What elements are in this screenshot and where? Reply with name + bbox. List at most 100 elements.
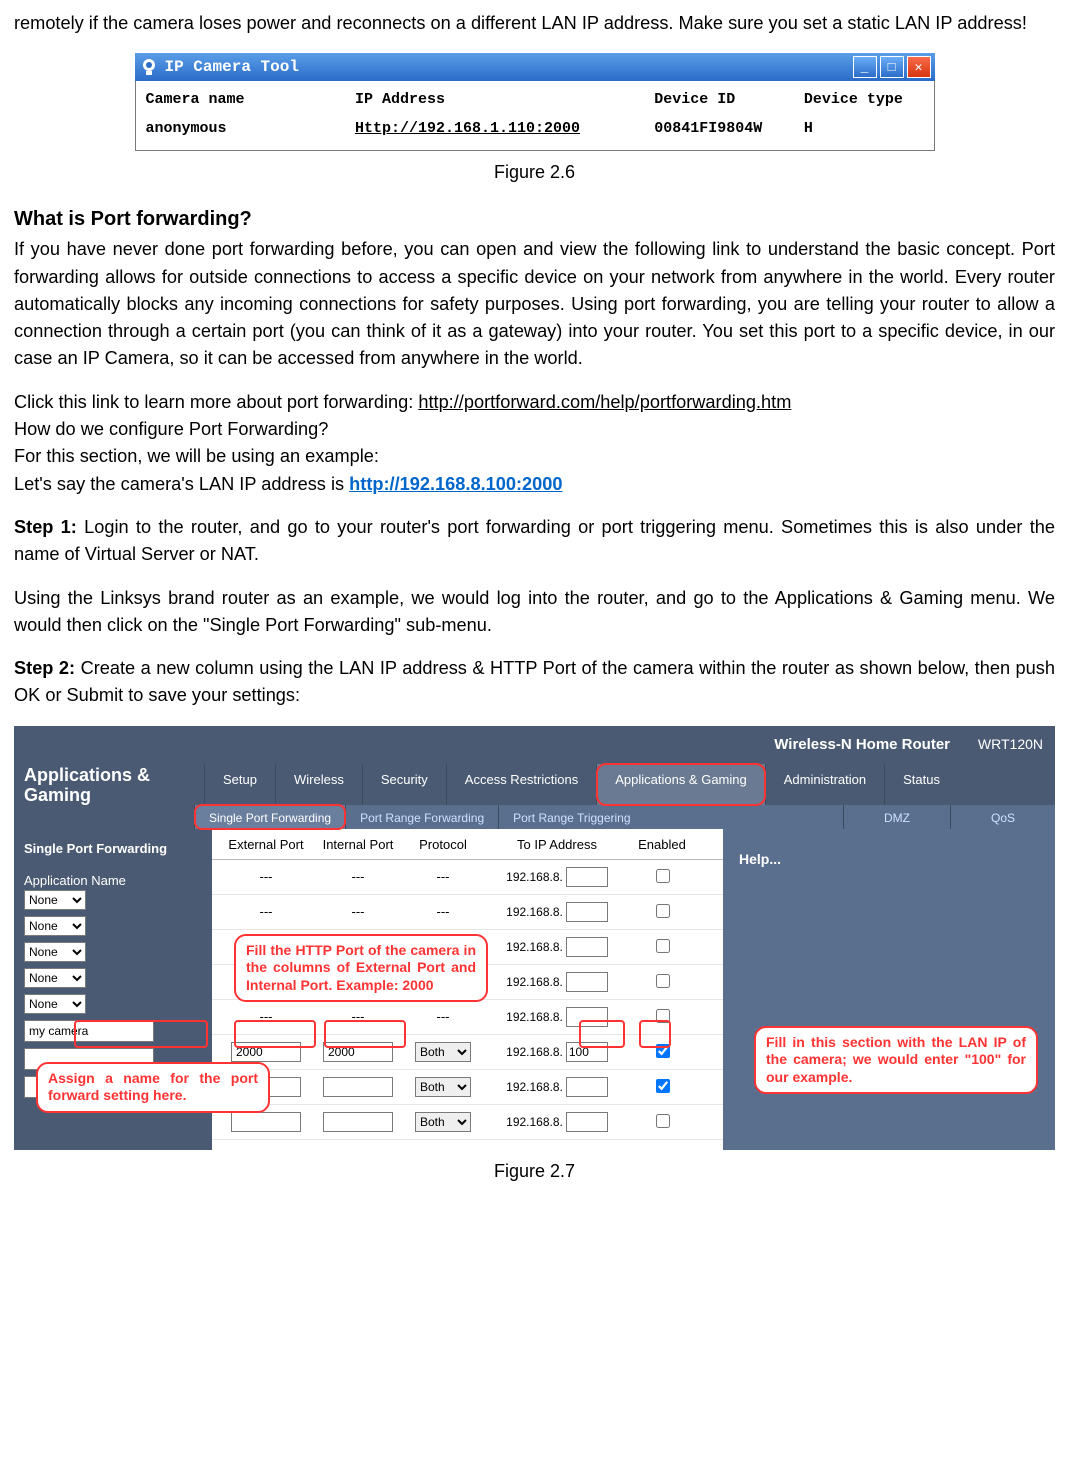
table-row: ---------192.168.8. [212,1000,723,1035]
cell-int: --- [312,1007,404,1027]
tab-admin[interactable]: Administration [765,764,884,806]
enabled-checkbox[interactable] [656,869,670,883]
sidebar-app-name: Application Name [24,871,204,891]
cell-ext: --- [220,902,312,922]
subtab-dmz[interactable]: DMZ [843,805,950,829]
ip-input[interactable] [566,1077,608,1097]
router-model: WRT120N [978,736,1043,752]
table-row: ---------192.168.8. [212,860,723,895]
enabled-checkbox[interactable] [656,1079,670,1093]
enabled-checkbox[interactable] [656,1009,670,1023]
cell-ext: --- [220,867,312,887]
app-select[interactable]: None [24,968,86,988]
table-row: Both192.168.8. [212,1105,723,1140]
enabled-checkbox[interactable] [656,974,670,988]
tab-setup[interactable]: Setup [204,764,275,806]
intro-text: remotely if the camera loses power and r… [14,10,1055,37]
int-port-input[interactable] [323,1112,393,1132]
ip-input[interactable] [566,902,608,922]
cell-int: --- [312,867,404,887]
step2: Step 2: Create a new column using the LA… [14,655,1055,710]
col-device-type: Device type [804,89,924,112]
table-row: ---------192.168.8. [212,895,723,930]
col-camera-name: Camera name [146,89,355,112]
example-ip-link[interactable]: http://192.168.8.100:2000 [349,474,562,494]
subtab-port-range-forwarding[interactable]: Port Range Forwarding [345,805,498,829]
tab-status[interactable]: Status [884,764,958,806]
table-row: Both 192.168.8. [212,1070,723,1105]
app-select[interactable]: None [24,916,86,936]
ip-input[interactable] [566,937,608,957]
col-internal-port: Internal Port [312,835,404,855]
col-ip: To IP Address [482,835,632,855]
ip-prefix: 192.168.8. [506,938,563,956]
col-ip-address: IP Address [355,89,654,112]
col-protocol: Protocol [404,835,482,855]
ip-input[interactable] [566,1007,608,1027]
router-banner: Wireless-N Home Router WRT120N [14,726,1055,764]
maximize-button[interactable]: □ [880,56,904,78]
link-line: Click this link to learn more about port… [14,389,1055,416]
cfg-ip-line: Let's say the camera's LAN IP address is… [14,471,1055,498]
cell-device-id: 00841FI9804W [654,118,804,141]
int-port-input[interactable] [323,1042,393,1062]
section-heading: What is Port forwarding? [14,204,1055,234]
router-brand: Wireless-N Home Router [774,736,950,753]
sidebar-title: Single Port Forwarding [24,839,204,859]
protocol-select[interactable]: Both [415,1112,471,1132]
enabled-checkbox[interactable] [656,904,670,918]
figure-caption-2-7: Figure 2.7 [14,1158,1055,1185]
callout-name: Assign a name for the port forward setti… [36,1062,270,1113]
tab-apps-gaming[interactable]: Applications & Gaming [596,764,765,806]
para-port-forwarding: If you have never done port forwarding b… [14,236,1055,372]
app-select[interactable]: None [24,942,86,962]
window-titlebar: IP Camera Tool _ □ ✕ [135,53,935,81]
ip-prefix: 192.168.8. [506,1078,563,1096]
step2-label: Step 2: [14,658,75,678]
cell-int: --- [312,902,404,922]
app-name-input[interactable] [24,1020,154,1042]
subtab-qos[interactable]: QoS [950,805,1055,829]
close-button[interactable]: ✕ [907,56,931,78]
subtab-port-range-triggering[interactable]: Port Range Triggering [498,805,644,829]
app-select[interactable]: None [24,890,86,910]
ext-port-input[interactable] [231,1042,301,1062]
cell-device-type: H [804,118,924,141]
col-device-id: Device ID [654,89,804,112]
table-row[interactable]: anonymous Http://192.168.1.110:2000 0084… [136,116,934,151]
tab-security[interactable]: Security [362,764,446,806]
ext-port-input[interactable] [231,1112,301,1132]
int-port-input[interactable] [323,1077,393,1097]
ip-prefix: 192.168.8. [506,868,563,886]
ip-input[interactable] [566,1112,608,1132]
window-title: IP Camera Tool [165,55,299,79]
cell-proto: --- [404,1007,482,1027]
ip-input[interactable] [566,1042,608,1062]
ip-prefix: 192.168.8. [506,1008,563,1026]
app-select[interactable]: None [24,994,86,1014]
ip-input[interactable] [566,867,608,887]
callout-ports: Fill the HTTP Port of the camera in the … [234,934,488,1003]
callout-ip: Fill in this section with the LAN IP of … [754,1026,1038,1095]
ip-input[interactable] [566,972,608,992]
table-row: Both192.168.8. [212,1035,723,1070]
cell-proto: --- [404,867,482,887]
ip-prefix: 192.168.8. [506,903,563,921]
subtab-single-port-forwarding[interactable]: Single Port Forwarding [194,805,345,829]
enabled-checkbox[interactable] [656,1044,670,1058]
help-panel[interactable]: Help... [723,829,1055,1150]
cfg-ex: For this section, we will be using an ex… [14,443,1055,470]
protocol-select[interactable]: Both [415,1042,471,1062]
step1-label: Step 1: [14,517,77,537]
enabled-checkbox[interactable] [656,1114,670,1128]
tab-wireless[interactable]: Wireless [275,764,362,806]
cfg-q: How do we configure Port Forwarding? [14,416,1055,443]
enabled-checkbox[interactable] [656,939,670,953]
portforward-link[interactable]: http://portforward.com/help/portforwardi… [418,392,791,412]
figure-caption-2-6: Figure 2.6 [14,159,1055,186]
minimize-button[interactable]: _ [853,56,877,78]
cell-ext: --- [220,1007,312,1027]
protocol-select[interactable]: Both [415,1077,471,1097]
col-external-port: External Port [220,835,312,855]
tab-access[interactable]: Access Restrictions [446,764,596,806]
